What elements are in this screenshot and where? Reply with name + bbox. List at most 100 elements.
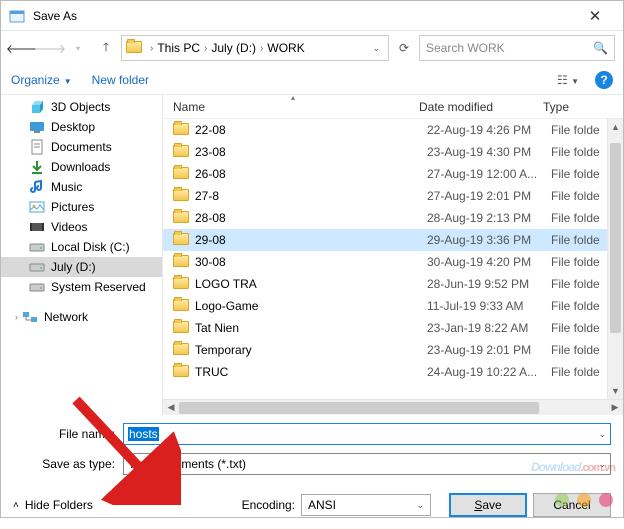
scroll-down-icon[interactable]: ▼ [608, 383, 623, 399]
table-row[interactable]: LOGO TRA28-Jun-19 9:52 PMFile folde [163, 273, 623, 295]
folder-icon [173, 211, 189, 226]
file-date: 28-Aug-19 2:13 PM [427, 211, 551, 225]
organize-button[interactable]: Organize▼ [11, 73, 72, 87]
sidebar-item[interactable]: Local Disk (C:) [1, 237, 162, 257]
sidebar-item[interactable]: Music [1, 177, 162, 197]
column-date[interactable]: Date modified [419, 100, 543, 114]
sort-indicator-icon: ▴ [167, 93, 419, 102]
sidebar-item-label: Network [44, 310, 88, 324]
sidebar-item-label: Documents [51, 140, 112, 154]
save-form: File name: hosts ⌄ Save as type: Text Do… [1, 415, 623, 477]
table-row[interactable]: 22-0822-Aug-19 4:26 PMFile folde [163, 119, 623, 141]
file-date: 22-Aug-19 4:26 PM [427, 123, 551, 137]
sidebar-item[interactable]: Videos [1, 217, 162, 237]
save-button[interactable]: Save [449, 493, 527, 517]
table-row[interactable]: 26-0827-Aug-19 12:00 A...File folde [163, 163, 623, 185]
sidebar-item[interactable]: July (D:) [1, 257, 162, 277]
table-row[interactable]: 28-0828-Aug-19 2:13 PMFile folde [163, 207, 623, 229]
table-row[interactable]: TRUC24-Aug-19 10:22 A...File folde [163, 361, 623, 383]
3d-icon [29, 99, 45, 115]
hide-folders-button[interactable]: Hide Folders [25, 498, 93, 512]
folder-icon [173, 343, 189, 358]
column-type[interactable]: Type [543, 100, 623, 114]
sidebar-item[interactable]: 3D Objects [1, 97, 162, 117]
table-row[interactable]: 23-0823-Aug-19 4:30 PMFile folde [163, 141, 623, 163]
desktop-icon [29, 119, 45, 135]
file-date: 23-Jan-19 8:22 AM [427, 321, 551, 335]
sidebar-item[interactable]: Documents [1, 137, 162, 157]
table-row[interactable]: 27-827-Aug-19 2:01 PMFile folde [163, 185, 623, 207]
table-row[interactable]: Temporary23-Aug-19 2:01 PMFile folde [163, 339, 623, 361]
title-bar: Save As ✕ [1, 1, 623, 31]
horizontal-scrollbar[interactable]: ◀ ▶ [163, 399, 623, 415]
disk-icon [29, 279, 45, 295]
up-button[interactable]: 🡑 [93, 35, 119, 61]
file-name: 22-08 [195, 123, 427, 137]
forward-button[interactable]: 🡒 [37, 35, 63, 61]
music-icon [29, 179, 45, 195]
main-area: 3D ObjectsDesktop Documents DownloadsMusic… [1, 95, 623, 415]
chevron-down-icon[interactable]: ⌄ [416, 500, 424, 511]
table-row[interactable]: 29-0829-Aug-19 3:36 PMFile folde [163, 229, 623, 251]
scroll-thumb[interactable] [610, 143, 621, 333]
file-list: 22-0822-Aug-19 4:26 PMFile folde23-0823-… [163, 119, 623, 399]
sidebar-item[interactable]: Pictures [1, 197, 162, 217]
file-pane: ▴ Name Date modified Type 22-0822-Aug-19… [163, 95, 623, 415]
folder-icon [173, 123, 189, 138]
folder-icon [173, 277, 189, 292]
close-icon[interactable]: ✕ [575, 7, 615, 25]
breadcrumb[interactable]: This PC [155, 41, 202, 55]
file-date: 23-Aug-19 2:01 PM [427, 343, 551, 357]
file-date: 27-Aug-19 2:01 PM [427, 189, 551, 203]
new-folder-button[interactable]: New folder [92, 73, 149, 87]
scroll-right-icon[interactable]: ▶ [607, 402, 623, 413]
sidebar-item-label: Local Disk (C:) [51, 240, 130, 254]
back-button[interactable]: 🡐 [9, 35, 35, 61]
disk-icon [29, 259, 45, 275]
chevron-down-icon: ▼ [64, 77, 72, 86]
view-options-button[interactable]: ☷ ▼ [553, 73, 583, 87]
folder-icon [173, 255, 189, 270]
sidebar-item[interactable]: Desktop [1, 117, 162, 137]
sidebar-network[interactable]: › Network [1, 307, 162, 327]
address-bar[interactable]: › This PC › July (D:) › WORK ⌄ [121, 35, 389, 61]
sidebar-item[interactable]: System Reserved [1, 277, 162, 297]
search-input[interactable]: Search WORK 🔍 [419, 35, 615, 61]
sidebar-item-label: July (D:) [51, 260, 96, 274]
column-headers: ▴ Name Date modified Type [163, 95, 623, 119]
chevron-right-icon: › [15, 312, 18, 322]
cancel-button[interactable]: Cancel [533, 493, 611, 517]
folder-icon [173, 321, 189, 336]
scroll-thumb[interactable] [179, 402, 539, 414]
help-button[interactable]: ? [595, 71, 613, 89]
scroll-left-icon[interactable]: ◀ [163, 402, 179, 413]
chevron-right-icon[interactable]: › [148, 43, 155, 54]
breadcrumb[interactable]: July (D:) [209, 41, 258, 55]
address-dropdown[interactable]: ⌄ [368, 43, 384, 54]
file-name: 29-08 [195, 233, 427, 247]
encoding-value: ANSI [308, 498, 336, 512]
file-date: 28-Jun-19 9:52 PM [427, 277, 551, 291]
chevron-down-icon[interactable]: ⌄ [598, 429, 606, 440]
file-date: 11-Jul-19 9:33 AM [427, 299, 551, 313]
file-name: 26-08 [195, 167, 427, 181]
sidebar-item[interactable]: Downloads [1, 157, 162, 177]
file-date: 23-Aug-19 4:30 PM [427, 145, 551, 159]
table-row[interactable]: Logo-Game11-Jul-19 9:33 AMFile folde [163, 295, 623, 317]
encoding-select[interactable]: ANSI ⌄ [301, 494, 431, 516]
table-row[interactable]: 30-0830-Aug-19 4:20 PMFile folde [163, 251, 623, 273]
filename-input[interactable]: hosts ⌄ [123, 423, 611, 445]
scroll-up-icon[interactable]: ▲ [608, 119, 623, 135]
recent-dropdown[interactable]: ▾ [65, 35, 91, 61]
window-icon [9, 8, 25, 24]
table-row[interactable]: Tat Nien23-Jan-19 8:22 AMFile folde [163, 317, 623, 339]
sidebar-item-label: Pictures [51, 200, 94, 214]
chevron-right-icon[interactable]: › [202, 43, 209, 54]
vertical-scrollbar[interactable]: ▲ ▼ [607, 119, 623, 399]
chevron-right-icon[interactable]: › [258, 43, 265, 54]
saveastype-select[interactable]: Text Documents (*.txt) ⌄ [123, 453, 611, 475]
breadcrumb[interactable]: WORK [265, 41, 306, 55]
refresh-button[interactable]: ⟳ [391, 41, 417, 55]
chevron-down-icon[interactable]: ⌄ [598, 459, 606, 470]
folder-icon [173, 145, 189, 160]
